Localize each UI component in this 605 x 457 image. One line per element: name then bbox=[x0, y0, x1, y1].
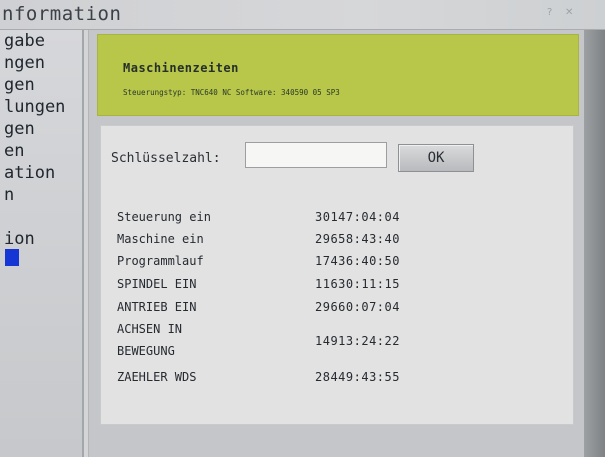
menu-item[interactable]: en bbox=[0, 140, 82, 162]
menu-item[interactable]: n bbox=[0, 184, 82, 206]
menu-item[interactable]: ation bbox=[0, 162, 82, 184]
panel-content: Schlüsselzahl: OK Steuerung ein 30147:04… bbox=[100, 125, 574, 425]
key-number-label: Schlüsselzahl: bbox=[111, 151, 221, 166]
window-title: nformation bbox=[2, 3, 122, 25]
time-label: SPINDEL EIN bbox=[117, 277, 197, 291]
ok-button[interactable]: OK bbox=[398, 144, 474, 172]
time-label: ACHSEN IN BEWEGUNG bbox=[117, 318, 227, 362]
time-label-line: ACHSEN IN bbox=[117, 322, 183, 336]
help-icon[interactable]: ? bbox=[547, 8, 557, 18]
time-value: 28449:43:55 bbox=[315, 370, 400, 384]
panel-header: Maschinenzeiten Steuerungstyp: TNC640 NC… bbox=[97, 34, 579, 116]
time-value: 17436:40:50 bbox=[315, 254, 400, 268]
machine-screen: nformation ? ✕ gabe ngen gen lungen gen … bbox=[0, 0, 605, 457]
left-menu: gabe ngen gen lungen gen en ation n ion bbox=[0, 30, 84, 457]
time-label: Programmlauf bbox=[117, 254, 204, 268]
time-label-line: BEWEGUNG bbox=[117, 344, 175, 358]
time-label: Maschine ein bbox=[117, 232, 204, 246]
menu-item[interactable] bbox=[0, 206, 82, 228]
time-value: 29658:43:40 bbox=[315, 232, 400, 246]
key-number-input[interactable] bbox=[245, 142, 387, 168]
time-label: ANTRIEB EIN bbox=[117, 300, 197, 314]
right-strip bbox=[583, 30, 605, 457]
time-value: 29660:07:04 bbox=[315, 300, 400, 314]
selection-marker bbox=[5, 249, 19, 266]
menu-item[interactable]: ion bbox=[0, 228, 82, 250]
machine-times-panel: Maschinenzeiten Steuerungstyp: TNC640 NC… bbox=[88, 30, 584, 457]
title-bar: nformation ? ✕ bbox=[0, 0, 605, 30]
menu-item[interactable]: lungen bbox=[0, 96, 82, 118]
menu-item[interactable]: gabe bbox=[0, 30, 82, 52]
panel-title: Maschinenzeiten bbox=[123, 61, 239, 75]
close-icon[interactable]: ✕ bbox=[565, 8, 575, 18]
menu-item[interactable]: ngen bbox=[0, 52, 82, 74]
menu-item[interactable]: gen bbox=[0, 118, 82, 140]
title-icons: ? ✕ bbox=[547, 8, 575, 18]
time-value: 11630:11:15 bbox=[315, 277, 400, 291]
time-label: Steuerung ein bbox=[117, 210, 211, 224]
time-value: 30147:04:04 bbox=[315, 210, 400, 224]
panel-subtitle: Steuerungstyp: TNC640 NC Software: 34059… bbox=[123, 88, 340, 97]
time-label: ZAEHLER WDS bbox=[117, 370, 197, 384]
menu-item[interactable]: gen bbox=[0, 74, 82, 96]
time-value: 14913:24:22 bbox=[315, 334, 400, 348]
